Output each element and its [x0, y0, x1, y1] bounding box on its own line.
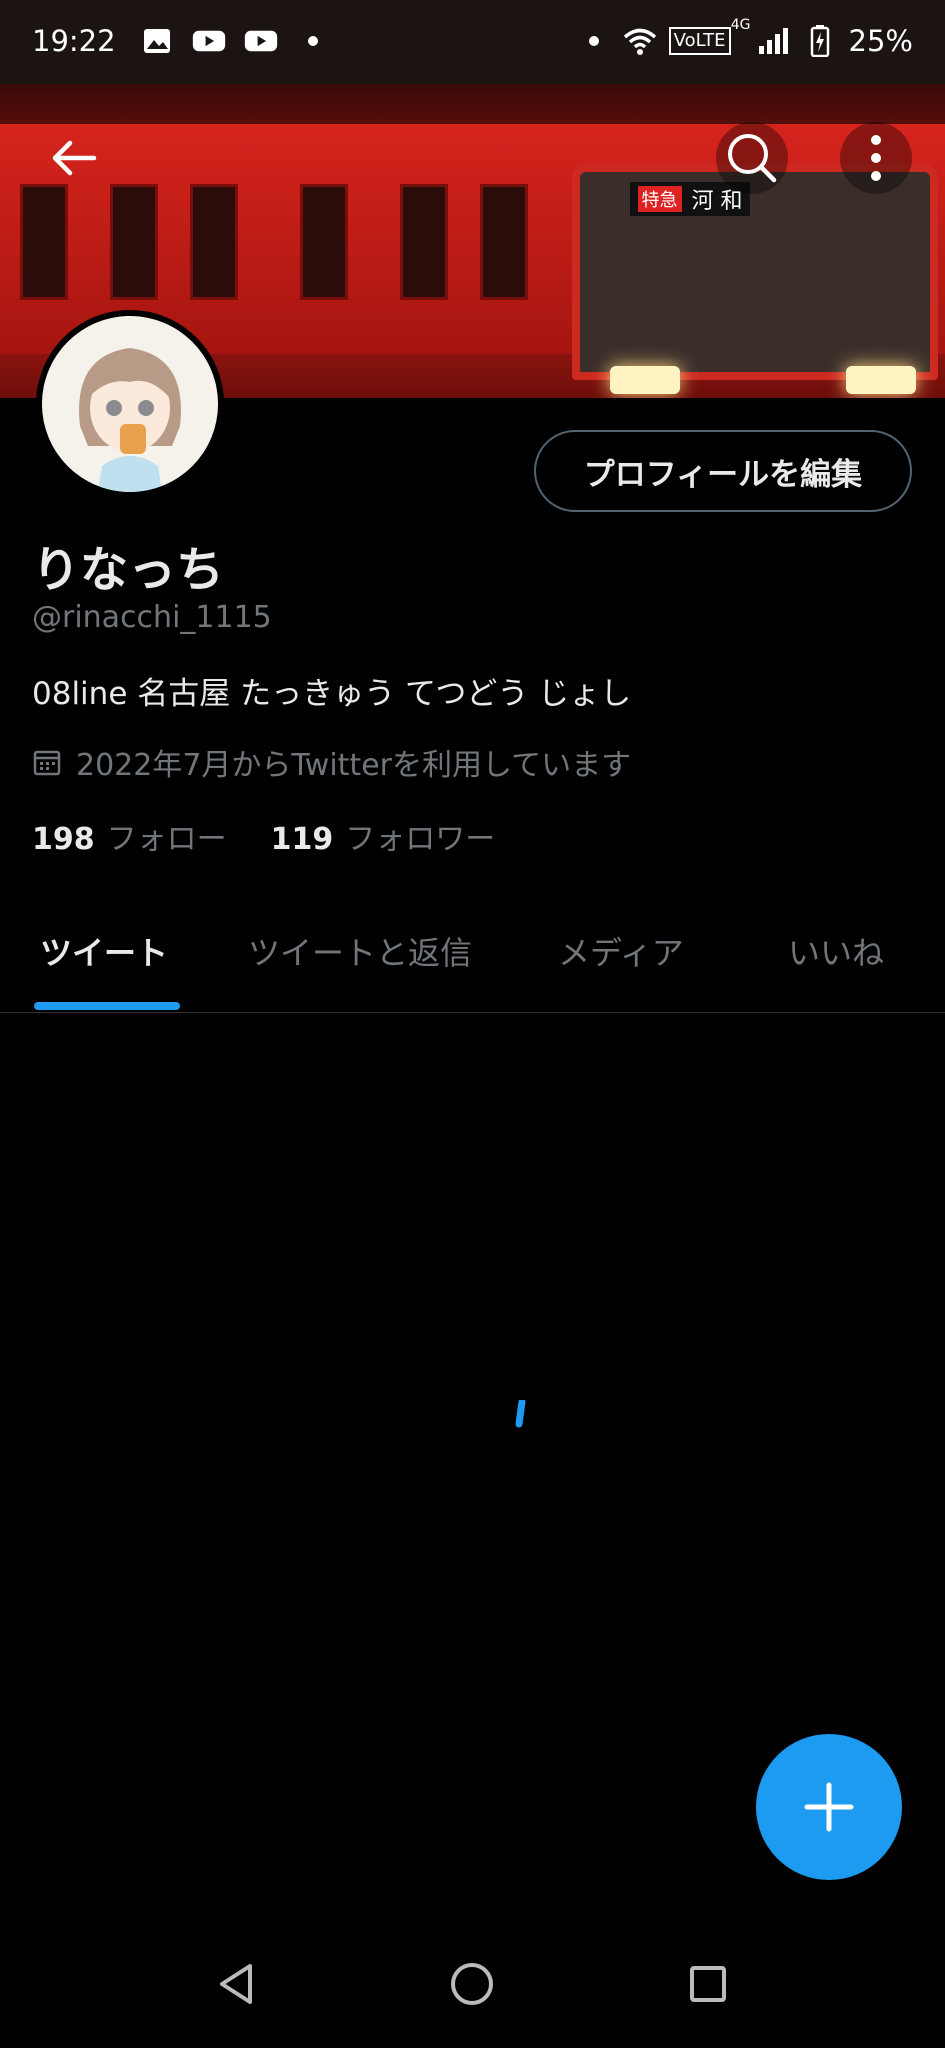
- image-icon: [140, 24, 174, 58]
- tab-likes[interactable]: いいね: [788, 928, 884, 974]
- loading-spinner-icon: [515, 1400, 526, 1428]
- dot-icon: [577, 24, 611, 58]
- nav-back-button[interactable]: [204, 1952, 268, 2016]
- status-bar: 19:22 VoLTE 4G 25%: [0, 0, 945, 84]
- wifi-icon: [623, 24, 657, 58]
- status-right: VoLTE 4G 25%: [577, 17, 913, 58]
- signal-icon: [757, 24, 791, 58]
- arrow-left-icon: [52, 140, 97, 176]
- volte-icon: VoLTE 4G: [668, 17, 751, 55]
- more-vertical-icon: [871, 135, 881, 181]
- tab-tweets[interactable]: ツイート: [40, 928, 168, 974]
- search-icon: [728, 134, 777, 183]
- avatar-illustration: [42, 316, 218, 492]
- avatar[interactable]: [36, 310, 224, 498]
- youtube-icon: [244, 24, 278, 58]
- battery-charging-icon: [803, 24, 837, 58]
- plus-icon: [804, 1782, 854, 1832]
- following-link[interactable]: 198 フォロー: [32, 814, 227, 858]
- bio: 08line 名古屋 たっきゅう てつどう じょし: [32, 676, 632, 712]
- dot-icon: [296, 24, 330, 58]
- calendar-icon: [33, 750, 61, 776]
- user-handle: @rinacchi_1115: [32, 600, 272, 635]
- back-button[interactable]: [38, 122, 110, 194]
- search-button[interactable]: [716, 122, 788, 194]
- system-navigation-bar: [0, 1920, 945, 2048]
- follow-stats: 198 フォロー 119 フォロワー: [32, 814, 495, 858]
- circle-home-icon: [451, 1963, 493, 2005]
- notification-icons: [140, 24, 330, 58]
- youtube-icon: [192, 24, 226, 58]
- followers-link[interactable]: 119 フォロワー: [271, 814, 496, 858]
- edit-profile-button[interactable]: プロフィールを編集: [534, 430, 912, 512]
- compose-tweet-button[interactable]: [756, 1734, 902, 1880]
- nav-home-button[interactable]: [440, 1952, 504, 2016]
- tab-tweets-and-replies[interactable]: ツイートと返信: [248, 928, 472, 974]
- nav-recents-button[interactable]: [676, 1952, 740, 2016]
- display-name: りなっち: [32, 542, 225, 598]
- profile-tabs: ツイート ツイートと返信 メディア いいね: [0, 900, 945, 1013]
- square-recents-icon: [690, 1966, 726, 2002]
- active-tab-indicator: [34, 1002, 180, 1010]
- triangle-back-icon: [220, 1964, 252, 2004]
- more-options-button[interactable]: [840, 122, 912, 194]
- tab-media[interactable]: メディア: [558, 928, 684, 974]
- status-time: 19:22: [32, 24, 116, 58]
- join-date-text: 2022年7月からTwitterを利用しています: [76, 748, 632, 783]
- battery-percent: 25%: [848, 24, 913, 58]
- join-date: 2022年7月からTwitterを利用しています: [32, 740, 631, 784]
